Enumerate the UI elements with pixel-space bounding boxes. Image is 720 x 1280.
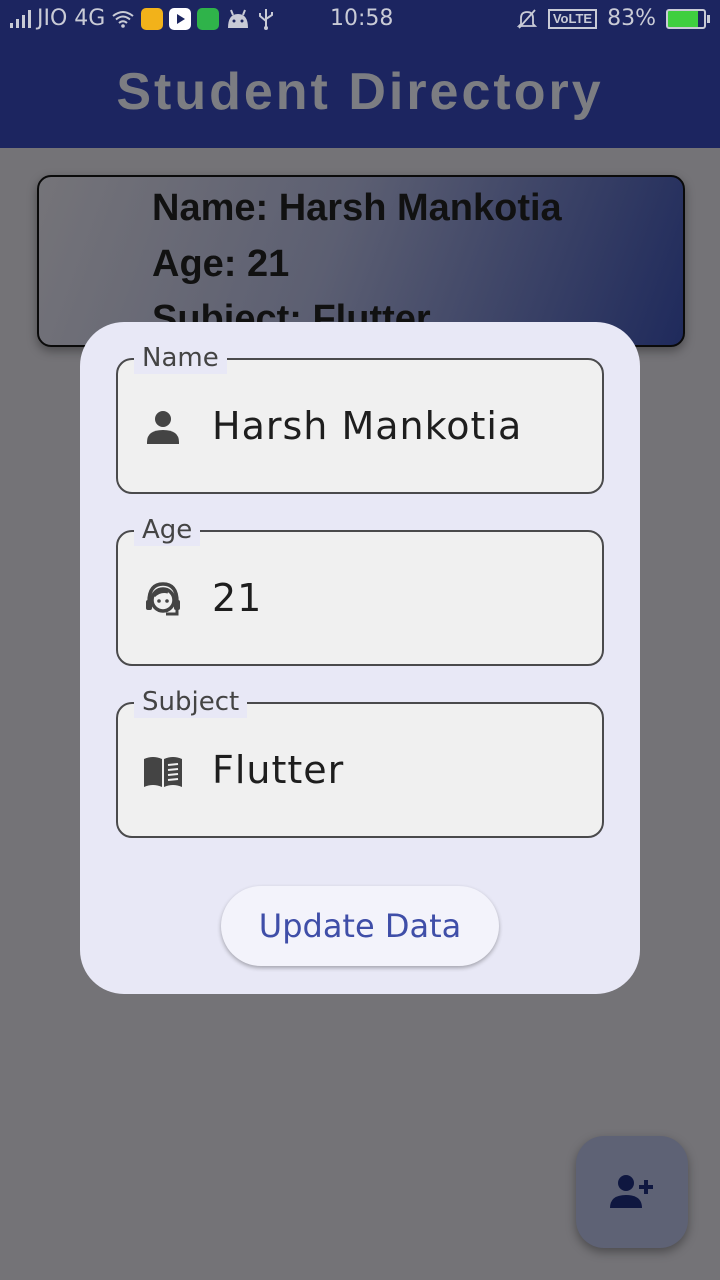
subject-field-label: Subject	[134, 686, 248, 718]
person-icon	[147, 411, 179, 444]
subject-field-value[interactable]: Flutter	[212, 748, 344, 792]
update-data-button[interactable]: Update Data	[221, 886, 499, 966]
screen: JIO 4G 10:58 VoLTE 83% Student Directory…	[0, 0, 720, 1280]
page-title: Student Directory	[116, 63, 604, 121]
edit-student-dialog: Name Harsh Mankotia Age 21 Subject Flutt…	[80, 322, 640, 994]
usb-icon	[259, 8, 274, 30]
battery-percent: 83%	[607, 6, 656, 31]
carrier-label: JIO 4G	[37, 6, 106, 31]
subject-field[interactable]: Subject Flutter	[116, 686, 604, 838]
name-field-label: Name	[134, 342, 227, 374]
battery-icon	[666, 8, 710, 29]
bell-muted-icon	[516, 8, 538, 29]
student-name: Name: Harsh Mankotia	[152, 187, 562, 229]
tools-app-icon	[141, 7, 164, 30]
status-left: JIO 4G	[10, 6, 275, 31]
wifi-icon	[112, 10, 134, 28]
name-field[interactable]: Name Harsh Mankotia	[116, 342, 604, 494]
clock: 10:58	[330, 6, 394, 31]
age-field-value[interactable]: 21	[212, 576, 262, 620]
name-field-value[interactable]: Harsh Mankotia	[212, 404, 522, 448]
age-field[interactable]: Age 21	[116, 514, 604, 666]
status-bar: JIO 4G 10:58 VoLTE 83%	[0, 0, 720, 38]
age-field-label: Age	[134, 514, 201, 546]
book-icon	[144, 757, 182, 787]
store-app-icon	[197, 7, 220, 30]
volte-badge: VoLTE	[547, 8, 598, 29]
subject-field-outline[interactable]	[116, 702, 604, 838]
status-right: VoLTE 83%	[516, 6, 710, 31]
android-icon	[228, 9, 249, 28]
signal-icon	[10, 9, 31, 28]
age-field-outline[interactable]	[116, 530, 604, 666]
app-bar: Student Directory	[0, 38, 720, 148]
youtube-icon	[169, 7, 192, 30]
add-student-fab[interactable]	[576, 1136, 688, 1248]
add-person-icon	[610, 1175, 653, 1208]
student-age: Age: 21	[152, 243, 290, 285]
face-headset-icon	[146, 582, 180, 616]
